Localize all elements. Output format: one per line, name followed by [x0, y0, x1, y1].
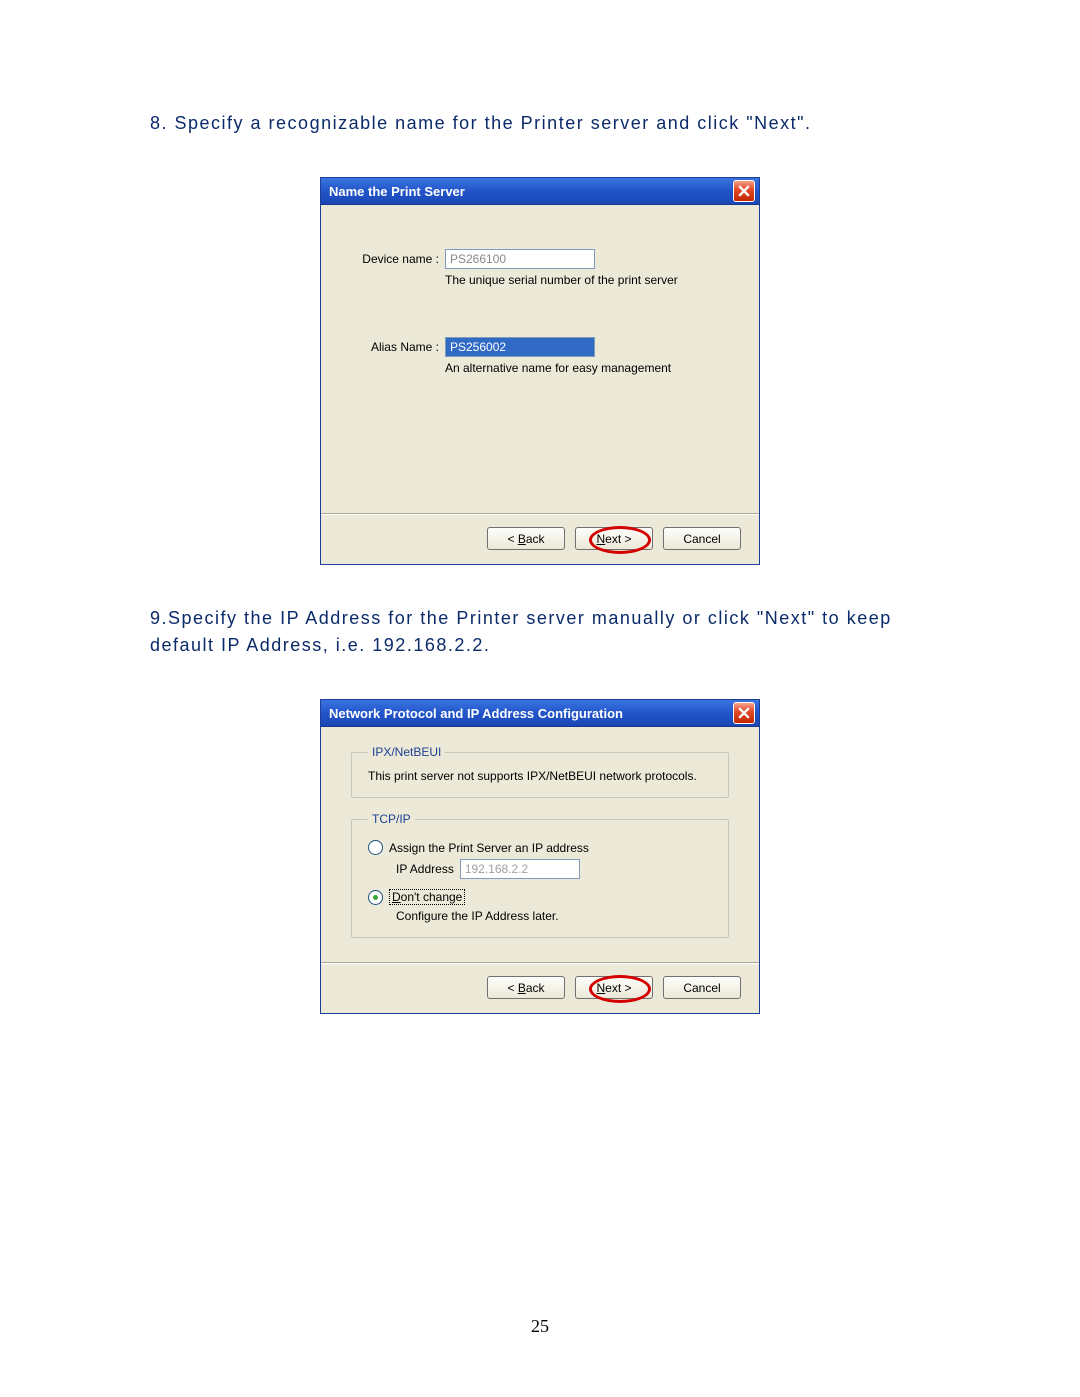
close-icon[interactable]: [733, 702, 755, 724]
radio-icon: [368, 840, 383, 855]
close-icon[interactable]: [733, 180, 755, 202]
dialog-titlebar: Network Protocol and IP Address Configur…: [321, 700, 759, 727]
step-9-instruction: 9.Specify the IP Address for the Printer…: [150, 605, 930, 659]
name-print-server-dialog: Name the Print Server Device name : The …: [320, 177, 760, 565]
next-button[interactable]: Next >: [575, 527, 653, 550]
page-number: 25: [0, 1316, 1080, 1337]
next-button[interactable]: Next >: [575, 976, 653, 999]
alias-name-label: Alias Name :: [343, 337, 445, 354]
dialog-title: Network Protocol and IP Address Configur…: [329, 706, 733, 721]
step-8-instruction: 8. Specify a recognizable name for the P…: [150, 110, 930, 137]
back-button[interactable]: < Back: [487, 527, 565, 550]
network-config-dialog: Network Protocol and IP Address Configur…: [320, 699, 760, 1014]
device-name-label: Device name :: [343, 249, 445, 266]
tcpip-group: TCP/IP Assign the Print Server an IP add…: [351, 812, 729, 938]
device-name-field: [445, 249, 595, 269]
assign-ip-label: Assign the Print Server an IP address: [389, 841, 589, 855]
ipx-netbeui-group: IPX/NetBEUI This print server not suppor…: [351, 745, 729, 798]
dialog-title: Name the Print Server: [329, 184, 733, 199]
alias-name-field[interactable]: [445, 337, 595, 357]
dont-change-radio[interactable]: Don't change: [368, 889, 712, 905]
assign-ip-radio[interactable]: Assign the Print Server an IP address: [368, 840, 712, 855]
ipx-netbeui-note: This print server not supports IPX/NetBE…: [368, 769, 712, 783]
dont-change-note: Configure the IP Address later.: [396, 909, 712, 923]
back-button[interactable]: < Back: [487, 976, 565, 999]
ip-address-field: [460, 859, 580, 879]
cancel-button[interactable]: Cancel: [663, 976, 741, 999]
alias-name-hint: An alternative name for easy management: [445, 361, 737, 375]
ip-address-label: IP Address: [396, 862, 454, 876]
cancel-button[interactable]: Cancel: [663, 527, 741, 550]
ipx-netbeui-legend: IPX/NetBEUI: [368, 745, 445, 759]
radio-icon: [368, 890, 383, 905]
dont-change-label: Don't change: [389, 889, 465, 905]
tcpip-legend: TCP/IP: [368, 812, 415, 826]
dialog-titlebar: Name the Print Server: [321, 178, 759, 205]
device-name-hint: The unique serial number of the print se…: [445, 273, 737, 287]
